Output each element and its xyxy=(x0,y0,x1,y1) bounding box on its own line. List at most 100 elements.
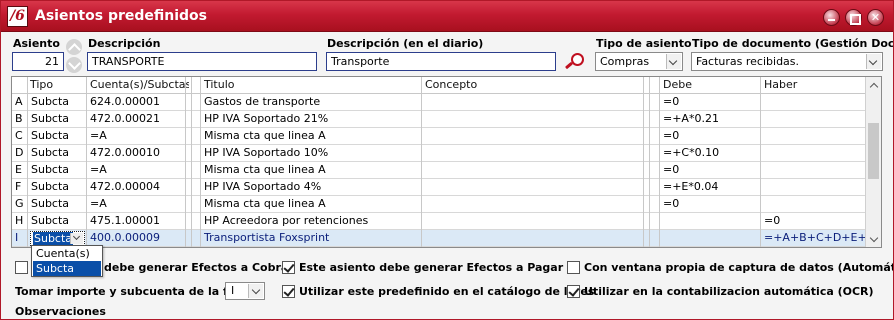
table-row[interactable]: D Subcta 472.0.00010 HP IVA Soportado 10% =+… xyxy=(12,145,865,162)
cuenta-cell[interactable]: =A xyxy=(87,196,185,212)
close-button[interactable]: ✕ xyxy=(867,9,884,26)
table-row[interactable]: H Subcta 475.1.00001 HP Acreedora por reten… xyxy=(12,213,865,230)
debe-cell[interactable]: =0 xyxy=(660,162,760,178)
chevron-down-icon[interactable] xyxy=(70,233,83,244)
titulo-cell[interactable]: Transportista Foxsprint xyxy=(201,230,421,246)
tipo-cell[interactable]: Subcta xyxy=(28,111,86,127)
cuenta-cell[interactable]: 400.0.00009 xyxy=(87,230,185,246)
chevron-down-icon[interactable] xyxy=(248,284,263,298)
cuenta-cell[interactable]: =A xyxy=(87,162,185,178)
col-tipo[interactable]: Tipo xyxy=(27,77,85,93)
concepto-cell[interactable] xyxy=(422,94,643,110)
cuenta-cell[interactable]: 624.0.00001 xyxy=(87,94,185,110)
grid-scrollbar[interactable] xyxy=(865,77,881,247)
concepto-cell[interactable] xyxy=(422,213,643,229)
titulo-cell[interactable]: Misma cta que linea A xyxy=(201,128,421,144)
concepto-cell[interactable] xyxy=(422,162,643,178)
concepto-cell[interactable] xyxy=(422,196,643,212)
debe-cell[interactable] xyxy=(660,213,760,229)
concepto-cell[interactable] xyxy=(422,230,643,246)
minimize-button[interactable] xyxy=(823,9,840,26)
concepto-cell[interactable] xyxy=(422,179,643,195)
ventana-propia-checkbox[interactable] xyxy=(567,261,580,274)
col-cuenta[interactable]: Cuenta(s)/Subctas. xyxy=(87,77,189,93)
titulo-cell[interactable]: HP IVA Soportado 21% xyxy=(201,111,421,127)
haber-cell[interactable]: =+A+B+C+D+E+F xyxy=(761,230,865,246)
tipo-cell[interactable]: Subcta xyxy=(28,94,86,110)
haber-cell[interactable] xyxy=(761,94,865,110)
table-row[interactable]: A Subcta 624.0.00001 Gastos de transporte =0 xyxy=(12,94,865,111)
col-haber[interactable]: Haber xyxy=(761,77,864,93)
contabilizacion-ocr-checkbox[interactable] xyxy=(567,285,580,298)
table-row[interactable]: I Subcta 400.0.00009 Transportista Foxsprin… xyxy=(12,230,865,247)
col-debe[interactable]: Debe xyxy=(660,77,760,93)
asiento-spinner[interactable] xyxy=(65,38,83,74)
debe-cell[interactable]: =+A*0.21 xyxy=(660,111,760,127)
catalogo-lotes-checkbox[interactable] xyxy=(282,285,295,298)
tipo-editor-value[interactable]: Subcta xyxy=(33,232,74,245)
table-row[interactable]: B Subcta 472.0.00021 HP IVA Soportado 21% =+… xyxy=(12,111,865,128)
table-row[interactable]: C Subcta =A Misma cta que linea A =0 xyxy=(12,128,865,145)
tipo-cell[interactable]: Subcta xyxy=(28,145,86,161)
asiento-field[interactable]: 21 xyxy=(12,52,64,71)
tipo-asiento-select[interactable]: Compras xyxy=(595,52,683,71)
concepto-cell[interactable] xyxy=(422,145,643,161)
cuenta-cell[interactable]: 472.0.00010 xyxy=(87,145,185,161)
tipo-option-subcta[interactable]: Subcta xyxy=(33,261,101,276)
haber-cell[interactable] xyxy=(761,145,865,161)
tipo-cell[interactable]: Subcta xyxy=(28,128,86,144)
row-letter: D xyxy=(15,146,24,159)
titulo-cell[interactable]: HP Acreedora por retenciones xyxy=(201,213,421,229)
cuenta-cell[interactable]: =A xyxy=(87,128,185,144)
haber-cell[interactable] xyxy=(761,179,865,195)
haber-cell[interactable] xyxy=(761,128,865,144)
descripcion-field[interactable]: TRANSPORTE xyxy=(87,52,317,71)
cuenta-cell[interactable]: 472.0.00004 xyxy=(87,179,185,195)
scroll-up-icon[interactable] xyxy=(866,77,881,93)
concepto-cell[interactable] xyxy=(422,111,643,127)
table-row[interactable]: F Subcta 472.0.00004 HP IVA Soportado 4% =+E… xyxy=(12,179,865,196)
tipo-cell[interactable]: Subcta xyxy=(28,162,86,178)
tipo-option-cuentas[interactable]: Cuenta(s) xyxy=(33,246,101,261)
titulo-cell[interactable]: Misma cta que linea A xyxy=(201,196,421,212)
haber-cell[interactable] xyxy=(761,196,865,212)
haber-cell[interactable]: =0 xyxy=(761,213,865,229)
haber-cell[interactable] xyxy=(761,111,865,127)
concepto-cell[interactable] xyxy=(422,128,643,144)
tomar-importe-select[interactable]: I xyxy=(225,282,265,300)
col-concepto[interactable]: Concepto xyxy=(422,77,642,93)
row-letter: F xyxy=(15,180,22,193)
debe-cell[interactable]: =+E*0.04 xyxy=(660,179,760,195)
debe-cell[interactable]: =0 xyxy=(660,196,760,212)
debe-cell[interactable]: =0 xyxy=(660,128,760,144)
search-button[interactable] xyxy=(563,51,587,71)
tipo-documento-select[interactable]: Facturas recibidas. xyxy=(691,52,883,71)
cuenta-cell[interactable]: 475.1.00001 xyxy=(87,213,185,229)
titulo-cell[interactable]: Misma cta que linea A xyxy=(201,162,421,178)
chevron-down-icon[interactable] xyxy=(866,54,881,69)
spinner-down-icon[interactable] xyxy=(66,57,82,73)
efectos-cobrar-checkbox[interactable] xyxy=(15,261,28,274)
tipo-cell[interactable]: Subcta xyxy=(28,196,86,212)
chevron-down-icon[interactable] xyxy=(666,54,681,69)
table-row[interactable]: E Subcta =A Misma cta que linea A =0 xyxy=(12,162,865,179)
scroll-thumb[interactable] xyxy=(868,123,879,179)
tipo-cell[interactable]: Subcta xyxy=(28,213,86,229)
titulo-cell[interactable]: Gastos de transporte xyxy=(201,94,421,110)
debe-cell[interactable] xyxy=(660,230,760,246)
scroll-down-icon[interactable] xyxy=(866,231,881,247)
spinner-up-icon[interactable] xyxy=(66,39,82,55)
tipo-cell[interactable]: Subcta xyxy=(28,179,86,195)
table-row[interactable]: G Subcta =A Misma cta que linea A =0 xyxy=(12,196,865,213)
cuenta-cell[interactable]: 472.0.00021 xyxy=(87,111,185,127)
efectos-pagar-checkbox[interactable] xyxy=(282,261,295,274)
titulo-cell[interactable]: HP IVA Soportado 10% xyxy=(201,145,421,161)
maximize-button[interactable] xyxy=(845,9,862,26)
descripcion-diario-field[interactable]: Transporte xyxy=(326,52,556,71)
haber-cell[interactable] xyxy=(761,162,865,178)
debe-cell[interactable]: =0 xyxy=(660,94,760,110)
tipo-cell-editor[interactable]: Subcta xyxy=(30,231,85,246)
debe-cell[interactable]: =+C*0.10 xyxy=(660,145,760,161)
col-titulo[interactable]: Titulo xyxy=(201,77,421,93)
titulo-cell[interactable]: HP IVA Soportado 4% xyxy=(201,179,421,195)
